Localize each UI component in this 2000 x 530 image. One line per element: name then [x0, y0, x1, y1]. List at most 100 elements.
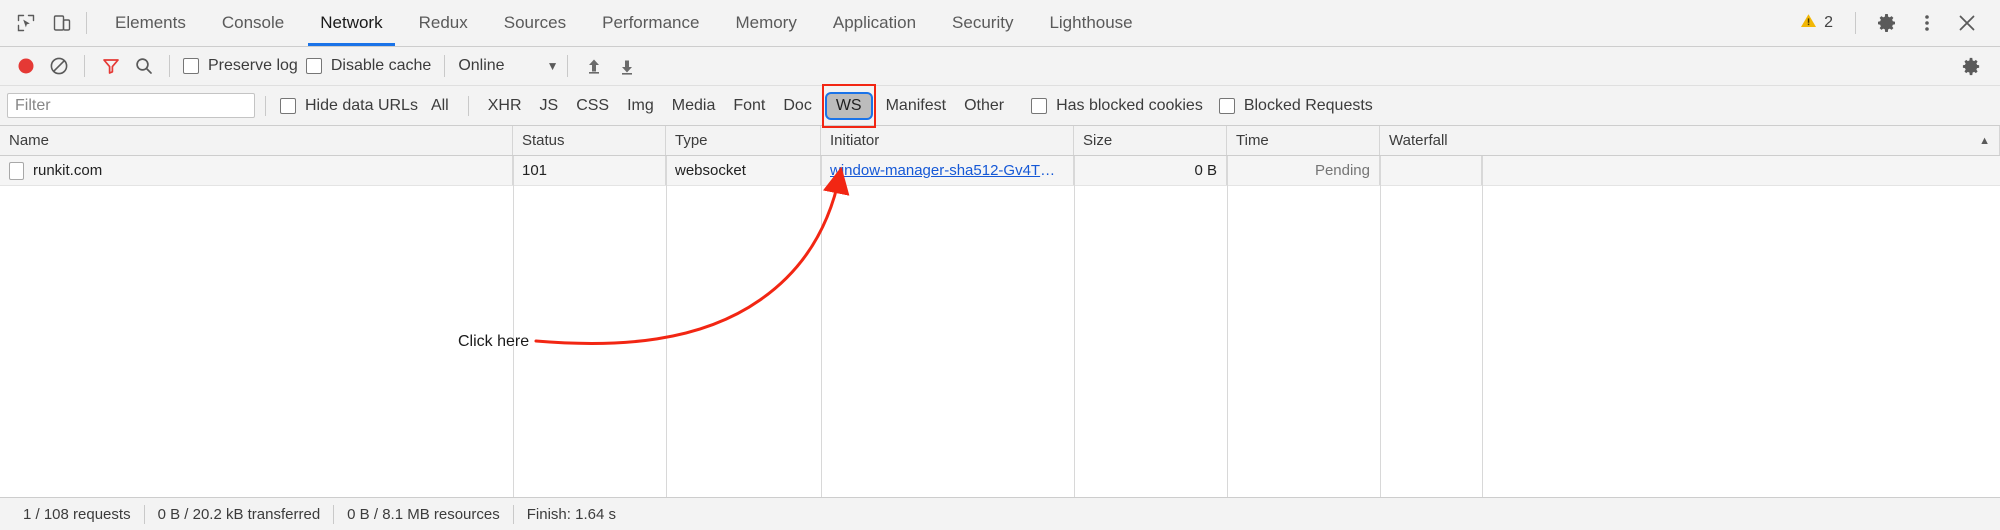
filter-type-manifest[interactable]: Manifest: [877, 94, 955, 118]
tab-network[interactable]: Network: [302, 0, 400, 46]
checkbox-box: [183, 58, 199, 74]
tab-lighthouse[interactable]: Lighthouse: [1031, 0, 1150, 46]
tab-label: Console: [221, 13, 285, 32]
import-har-icon[interactable]: [577, 50, 610, 83]
cell-time: Pending: [1227, 156, 1380, 185]
tab-label: Performance: [602, 13, 700, 32]
network-filter-bar: Hide data URLs All XHR JS CSS Img Media …: [0, 83, 2000, 128]
export-har-icon[interactable]: [610, 50, 643, 83]
network-log: Name Status Type Initiator Size Time Wat…: [0, 126, 2000, 497]
chevron-down-icon: ▼: [546, 59, 559, 73]
tab-sources[interactable]: Sources: [486, 0, 584, 46]
status-value: 101: [522, 162, 548, 179]
tabbar-actions-divider: [1855, 12, 1856, 34]
column-header-size[interactable]: Size: [1074, 126, 1227, 155]
hide-data-urls-label: Hide data URLs: [305, 96, 418, 114]
network-toolbar: Preserve log Disable cache Online ▼: [0, 47, 2000, 86]
tab-elements[interactable]: Elements: [97, 0, 204, 46]
filter-type-all[interactable]: All: [422, 94, 458, 118]
disable-cache-checkbox[interactable]: Disable cache: [302, 57, 436, 75]
filter-type-ws[interactable]: WS: [826, 93, 871, 118]
cell-size: 0 B: [1074, 156, 1227, 185]
blocked-requests-checkbox[interactable]: Blocked Requests: [1215, 97, 1377, 115]
filterbar-divider: [265, 95, 266, 116]
table-body: runkit.com 101 websocket window-manager-…: [0, 156, 2000, 497]
sort-ascending-icon: ▲: [1979, 134, 1990, 147]
warning-counter[interactable]: 2: [1790, 12, 1843, 34]
gear-icon[interactable]: [1868, 4, 1906, 42]
tab-label: Application: [832, 13, 917, 32]
toolbar-divider-3: [444, 55, 446, 77]
filter-type-xhr[interactable]: XHR: [479, 94, 531, 118]
tab-security[interactable]: Security: [934, 0, 1031, 46]
tab-memory[interactable]: Memory: [717, 0, 814, 46]
tabbar-actions: 2: [1790, 0, 2000, 46]
tab-label: Redux: [418, 13, 468, 32]
tab-redux[interactable]: Redux: [401, 0, 486, 46]
has-blocked-cookies-checkbox[interactable]: Has blocked cookies: [1027, 97, 1207, 115]
filter-input[interactable]: [7, 93, 255, 118]
cell-waterfall: [1380, 156, 1482, 185]
column-label: Initiator: [830, 132, 880, 149]
tab-label: Lighthouse: [1049, 13, 1133, 32]
inspect-element-icon[interactable]: [8, 0, 44, 46]
clear-network-log-icon[interactable]: [42, 50, 75, 83]
column-header-type[interactable]: Type: [666, 126, 821, 155]
tab-label: Elements: [115, 13, 186, 32]
column-header-name[interactable]: Name: [0, 126, 513, 155]
checkbox-box: [1218, 97, 1235, 114]
column-header-waterfall[interactable]: Waterfall ▲: [1380, 126, 2000, 155]
ws-filter-annotation-box: WS: [821, 83, 876, 128]
search-icon[interactable]: [127, 50, 160, 83]
type-value: websocket: [675, 162, 746, 179]
initiator-link[interactable]: window-manager-sha512-Gv4TFfSf…: [830, 162, 1064, 179]
network-settings-gear-icon[interactable]: [1955, 50, 1988, 83]
preserve-log-checkbox[interactable]: Preserve log: [179, 57, 302, 75]
filter-type-doc[interactable]: Doc: [774, 94, 820, 118]
throttling-select[interactable]: Online ▼: [454, 57, 558, 75]
network-status-bar: 1 / 108 requests 0 B / 20.2 kB transferr…: [0, 497, 2000, 530]
column-label: Name: [9, 132, 50, 149]
column-header-time[interactable]: Time: [1227, 126, 1380, 155]
column-header-status[interactable]: Status: [513, 126, 666, 155]
tab-performance[interactable]: Performance: [584, 0, 717, 46]
column-label: Size: [1083, 132, 1113, 149]
tab-label: Memory: [735, 13, 797, 32]
checkbox-box: [1031, 97, 1048, 114]
preserve-log-label: Preserve log: [208, 57, 298, 74]
filter-type-other[interactable]: Other: [955, 94, 1013, 118]
filter-type-font[interactable]: Font: [724, 94, 774, 118]
row-checkbox[interactable]: [9, 161, 24, 180]
column-header-initiator[interactable]: Initiator: [821, 126, 1074, 155]
request-name: runkit.com: [33, 162, 103, 179]
tab-label: Security: [952, 13, 1014, 32]
status-transferred: 0 B / 20.2 kB transferred: [157, 505, 321, 523]
toolbar-divider-4: [567, 55, 569, 77]
column-label: Waterfall: [1389, 132, 1448, 149]
filter-type-css[interactable]: CSS: [567, 94, 618, 118]
cell-name[interactable]: runkit.com: [0, 156, 513, 185]
status-resources: 0 B / 8.1 MB resources: [347, 505, 500, 523]
device-toolbar-icon[interactable]: [44, 0, 80, 46]
size-value: 0 B: [1194, 162, 1217, 179]
filter-funnel-icon[interactable]: [94, 50, 127, 83]
cell-status: 101: [513, 156, 666, 185]
filter-type-js[interactable]: JS: [531, 94, 568, 118]
record-stop-icon[interactable]: [9, 50, 42, 83]
filter-type-img[interactable]: Img: [618, 94, 663, 118]
disable-cache-label: Disable cache: [330, 57, 432, 74]
tab-label: Network: [320, 13, 383, 32]
hide-data-urls-checkbox[interactable]: Hide data URLs: [276, 97, 422, 115]
tab-console[interactable]: Console: [204, 0, 302, 46]
blocked-requests-label: Blocked Requests: [1243, 96, 1373, 114]
column-label: Type: [675, 132, 708, 149]
filter-type-media[interactable]: Media: [663, 94, 725, 118]
more-vertical-icon[interactable]: [1908, 4, 1946, 42]
close-icon[interactable]: [1948, 4, 1986, 42]
warning-count: 2: [1824, 14, 1833, 31]
cell-initiator: window-manager-sha512-Gv4TFfSf…: [821, 156, 1074, 185]
tab-application[interactable]: Application: [815, 0, 934, 46]
checkbox-box: [305, 58, 322, 74]
network-toolbar-right: [1955, 50, 2000, 83]
table-row[interactable]: runkit.com 101 websocket window-manager-…: [0, 156, 2000, 186]
